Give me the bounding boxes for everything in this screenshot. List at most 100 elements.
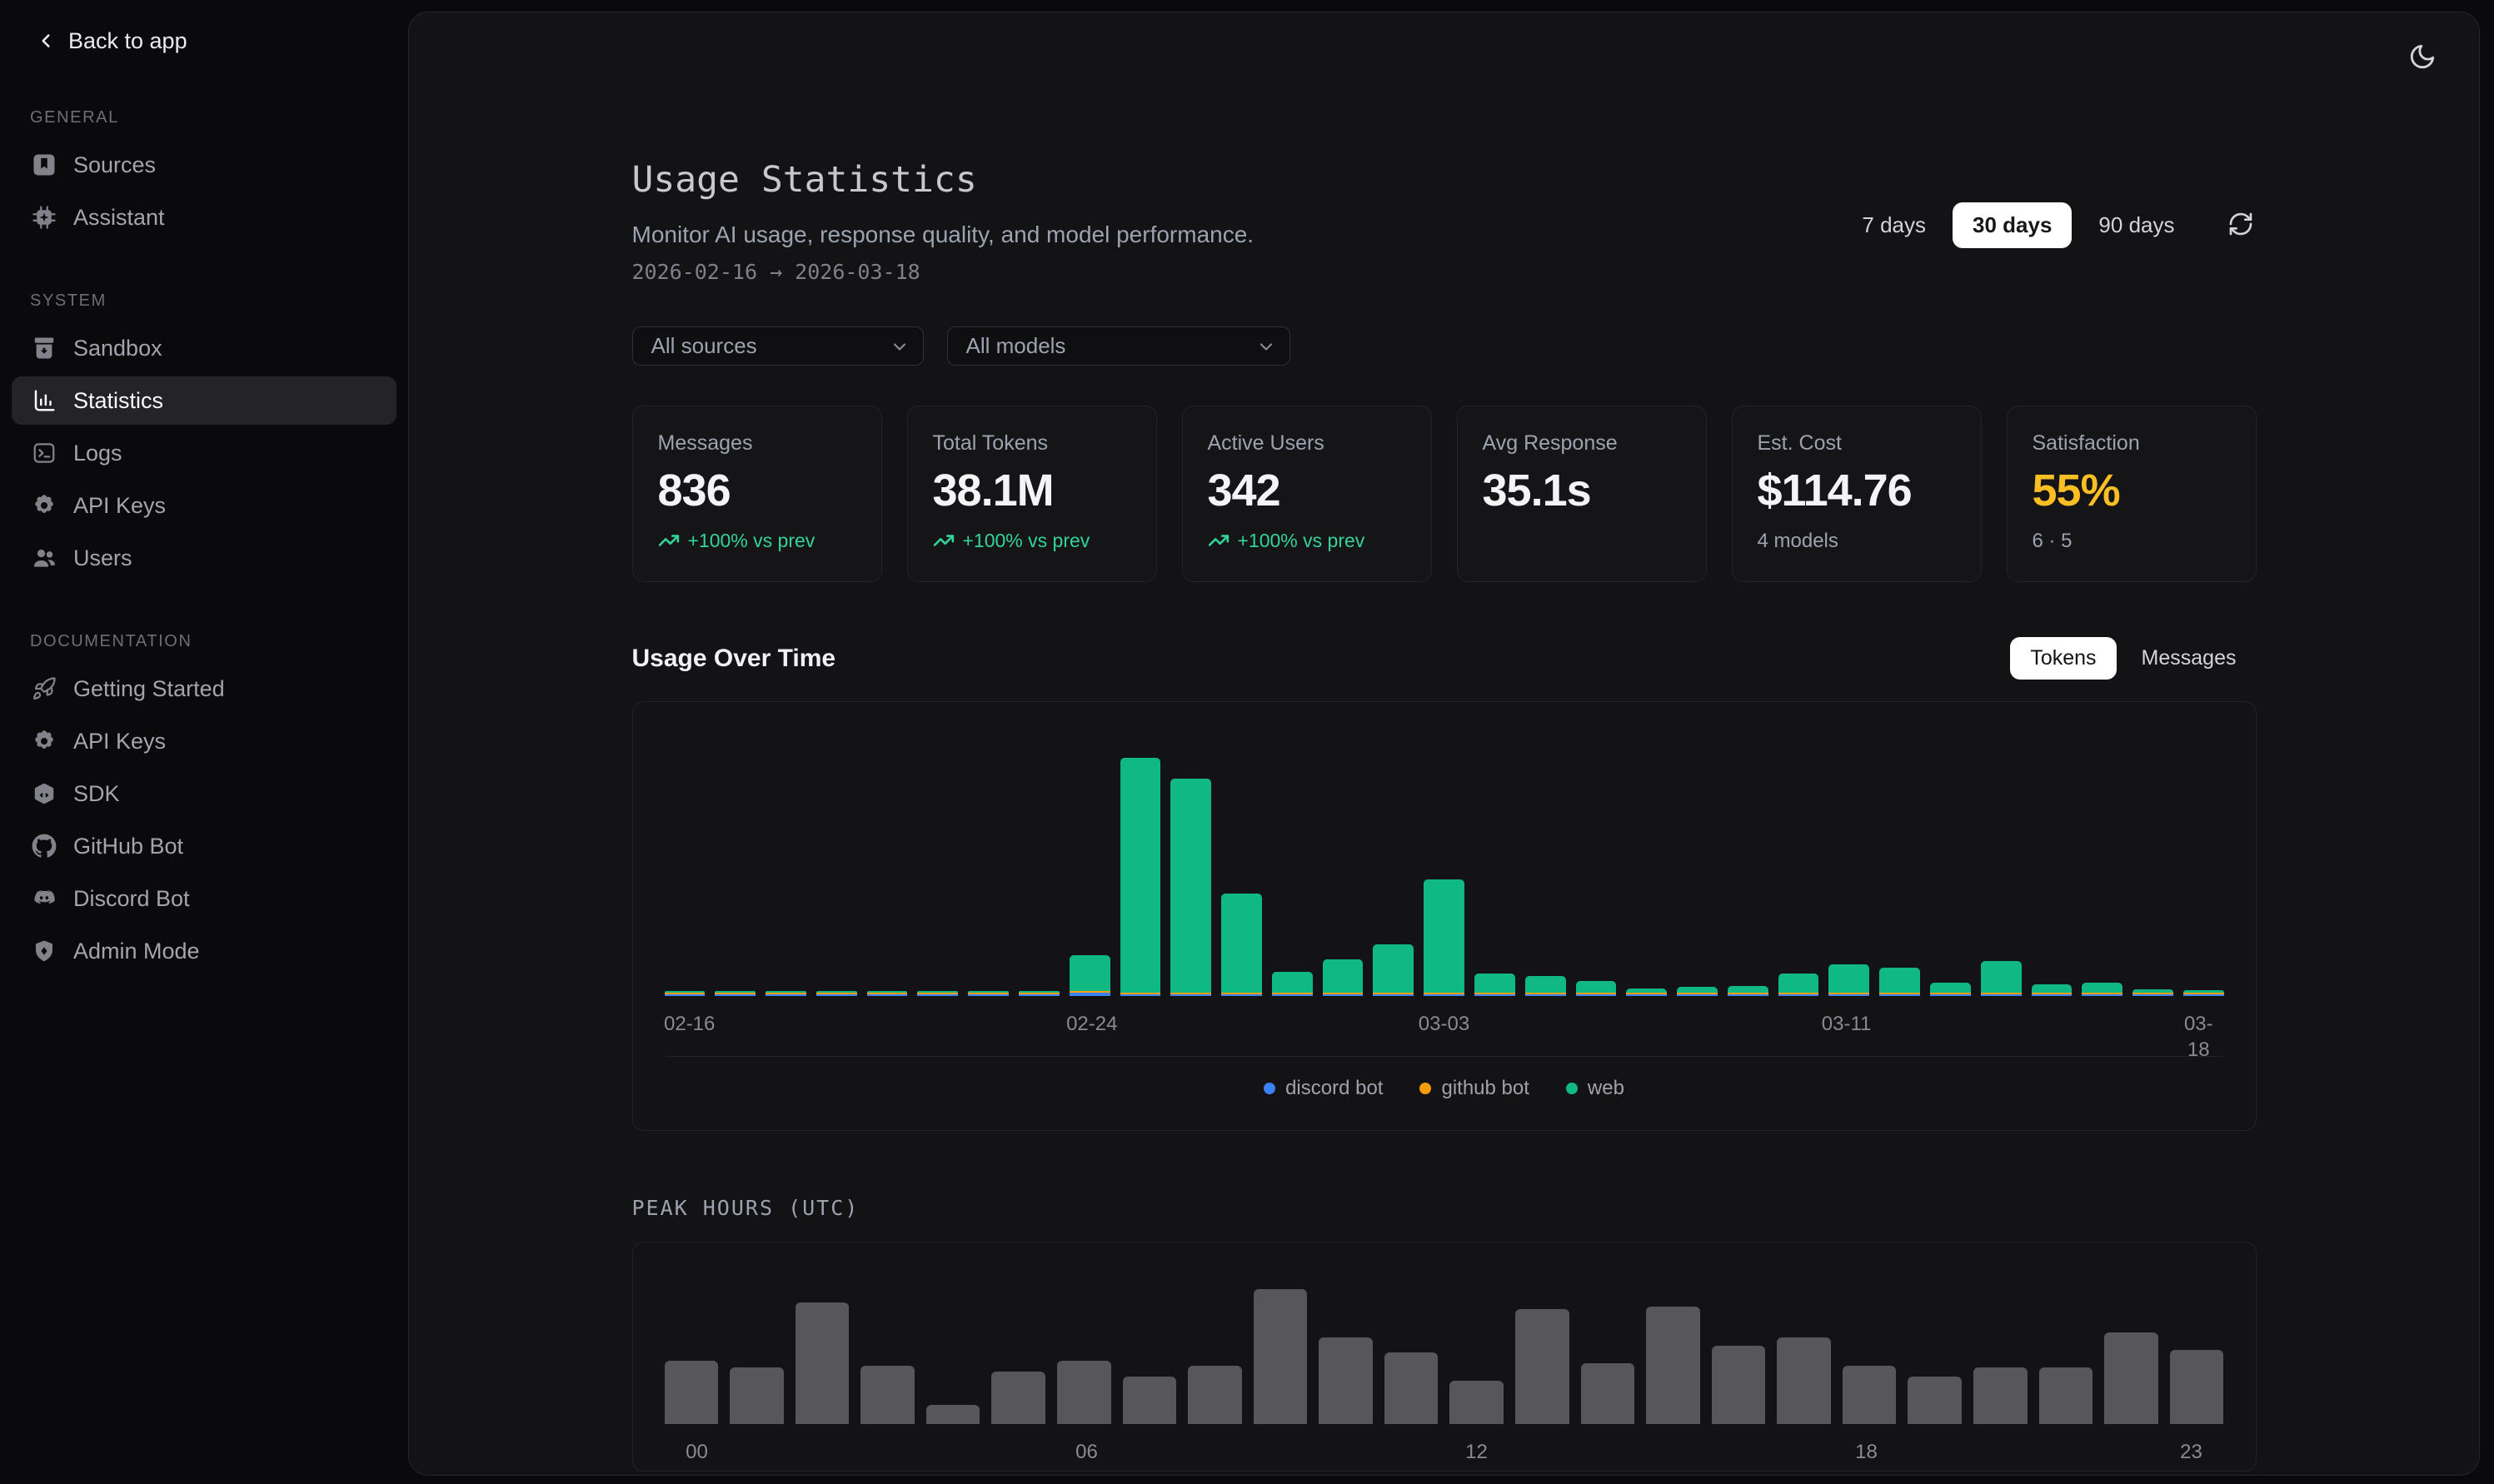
peak-hours-card: 0006121823 — [632, 1242, 2257, 1472]
usage-bar-segment-web — [1272, 972, 1313, 993]
archive-download-icon — [32, 336, 57, 361]
usage-toggle-messages[interactable]: Messages — [2122, 637, 2257, 680]
usage-bar-02-23 — [1019, 991, 1060, 996]
peak-bar-12 — [1449, 1381, 1504, 1424]
sidebar-item-github-bot[interactable]: GitHub Bot — [12, 822, 397, 870]
back-to-app-label: Back to app — [68, 28, 187, 54]
usage-toggle-tokens[interactable]: Tokens — [2010, 637, 2116, 680]
stat-card-delta-text: +100% vs prev — [1238, 530, 1365, 552]
stat-card-delta: +100% vs prev — [933, 530, 1131, 552]
usage-chart-legend: discord botgithub botweb — [665, 1077, 2224, 1100]
sidebar-item-sources[interactable]: Sources — [12, 141, 397, 189]
peak-bar-19 — [1908, 1377, 1962, 1424]
range-button-90-days[interactable]: 90 days — [2078, 202, 2194, 248]
range-button-30-days[interactable]: 30 days — [1953, 202, 2072, 248]
usage-section-title: Usage Over Time — [632, 645, 836, 673]
usage-bar-02-20 — [867, 991, 908, 996]
usage-bar-03-16 — [2082, 983, 2122, 997]
sidebar-item-label: Sandbox — [73, 336, 162, 361]
usage-bar-02-24 — [1070, 955, 1110, 996]
trending-up-icon — [933, 530, 955, 551]
sidebar-item-discord-bot[interactable]: Discord Bot — [12, 874, 397, 923]
sidebar-item-getting-started[interactable]: Getting Started — [12, 665, 397, 713]
usage-bar-segment-web — [1677, 987, 1718, 993]
sidebar-item-label: Discord Bot — [73, 886, 190, 912]
usage-bar-02-28 — [1272, 972, 1313, 996]
range-button-7-days[interactable]: 7 days — [1842, 202, 1946, 248]
page-header: Usage Statistics Monitor AI usage, respo… — [632, 159, 2257, 285]
usage-bar-segment-discord-bot — [1170, 994, 1211, 996]
peak-bar-08 — [1188, 1366, 1242, 1425]
usage-x-tick: 02-16 — [664, 1011, 715, 1037]
gear-icon — [32, 729, 57, 754]
usage-bar-segment-web — [2032, 984, 2073, 993]
refresh-button[interactable] — [2225, 210, 2257, 242]
stat-card-avg-response: Avg Response35.1s — [1457, 406, 1707, 582]
sidebar-item-api-keys[interactable]: API Keys — [12, 717, 397, 765]
back-to-app-button[interactable]: Back to app — [12, 23, 187, 58]
sidebar-item-label: Logs — [73, 441, 122, 466]
sidebar-item-admin-mode[interactable]: Admin Mode — [12, 927, 397, 975]
sidebar-nav: GENERALSourcesAssistantSYSTEMSandboxStat… — [12, 108, 397, 975]
usage-bar-03-18 — [2183, 990, 2224, 997]
usage-bar-segment-discord-bot — [1019, 994, 1060, 996]
usage-bar-03-12 — [1879, 968, 1920, 996]
usage-bar-segment-web — [1120, 758, 1161, 993]
filters-row: All sources All models — [632, 326, 2257, 366]
usage-bar-segment-discord-bot — [2082, 994, 2122, 996]
usage-chart-plot — [665, 759, 2224, 996]
sidebar-item-label: Getting Started — [73, 676, 225, 702]
usage-chart-divider — [665, 1056, 2224, 1057]
usage-bar-02-16 — [665, 991, 706, 996]
users-icon — [32, 545, 57, 570]
sidebar-item-users[interactable]: Users — [12, 534, 397, 582]
peak-x-tick: 00 — [686, 1439, 708, 1465]
sidebar-item-sandbox[interactable]: Sandbox — [12, 324, 397, 372]
peak-hours-x-axis: 0006121823 — [665, 1439, 2224, 1469]
peak-bar-10 — [1319, 1337, 1373, 1425]
sidebar-item-label: SDK — [73, 781, 120, 807]
model-filter-value: All models — [966, 333, 1066, 359]
sidebar-item-logs[interactable]: Logs — [12, 429, 397, 477]
stat-card-value: 35.1s — [1483, 467, 1681, 515]
model-filter-select[interactable]: All models — [947, 326, 1290, 366]
usage-bar-segment-discord-bot — [1424, 994, 1464, 996]
usage-bar-segment-discord-bot — [1728, 994, 1768, 996]
usage-bar-segment-discord-bot — [766, 994, 806, 996]
peak-x-tick: 06 — [1075, 1439, 1098, 1465]
sidebar-item-label: Admin Mode — [73, 939, 200, 964]
usage-section-header: Usage Over Time TokensMessages — [632, 637, 2257, 680]
stat-card-delta-text: +100% vs prev — [688, 530, 816, 552]
source-filter-select[interactable]: All sources — [632, 326, 924, 366]
github-icon — [32, 834, 57, 859]
legend-label: discord bot — [1285, 1077, 1383, 1100]
discord-icon — [32, 886, 57, 911]
usage-bar-03-05 — [1525, 976, 1566, 996]
chevron-down-icon — [1256, 336, 1276, 356]
peak-bar-17 — [1777, 1337, 1831, 1425]
terminal-icon — [32, 441, 57, 466]
stat-card-value: 342 — [1208, 467, 1406, 515]
sidebar-item-api-keys[interactable]: API Keys — [12, 481, 397, 530]
chevron-left-icon — [35, 30, 57, 52]
usage-bar-segment-discord-bot — [1981, 994, 2022, 996]
legend-label: web — [1588, 1077, 1624, 1100]
stat-card-total-tokens: Total Tokens38.1M+100% vs prev — [907, 406, 1157, 582]
usage-x-tick: 03-03 — [1419, 1011, 1469, 1037]
sidebar-item-assistant[interactable]: Assistant — [12, 193, 397, 242]
usage-bar-02-25 — [1120, 758, 1161, 997]
theme-toggle-button[interactable] — [2404, 39, 2441, 76]
page-title: Usage Statistics — [632, 159, 1254, 202]
usage-bar-segment-discord-bot — [968, 994, 1009, 996]
sidebar-item-statistics[interactable]: Statistics — [12, 376, 397, 425]
usage-bar-segment-discord-bot — [1221, 994, 1262, 996]
usage-bar-segment-web — [1981, 961, 2022, 993]
peak-bar-00 — [665, 1361, 719, 1424]
sidebar-item-sdk[interactable]: SDK — [12, 769, 397, 818]
sidebar-item-label: GitHub Bot — [73, 834, 183, 859]
stat-card-label: Active Users — [1208, 431, 1406, 456]
sidebar-item-label: Assistant — [73, 205, 165, 231]
usage-bar-segment-discord-bot — [867, 994, 908, 996]
usage-bar-segment-web — [1424, 879, 1464, 993]
peak-bar-05 — [991, 1372, 1045, 1424]
